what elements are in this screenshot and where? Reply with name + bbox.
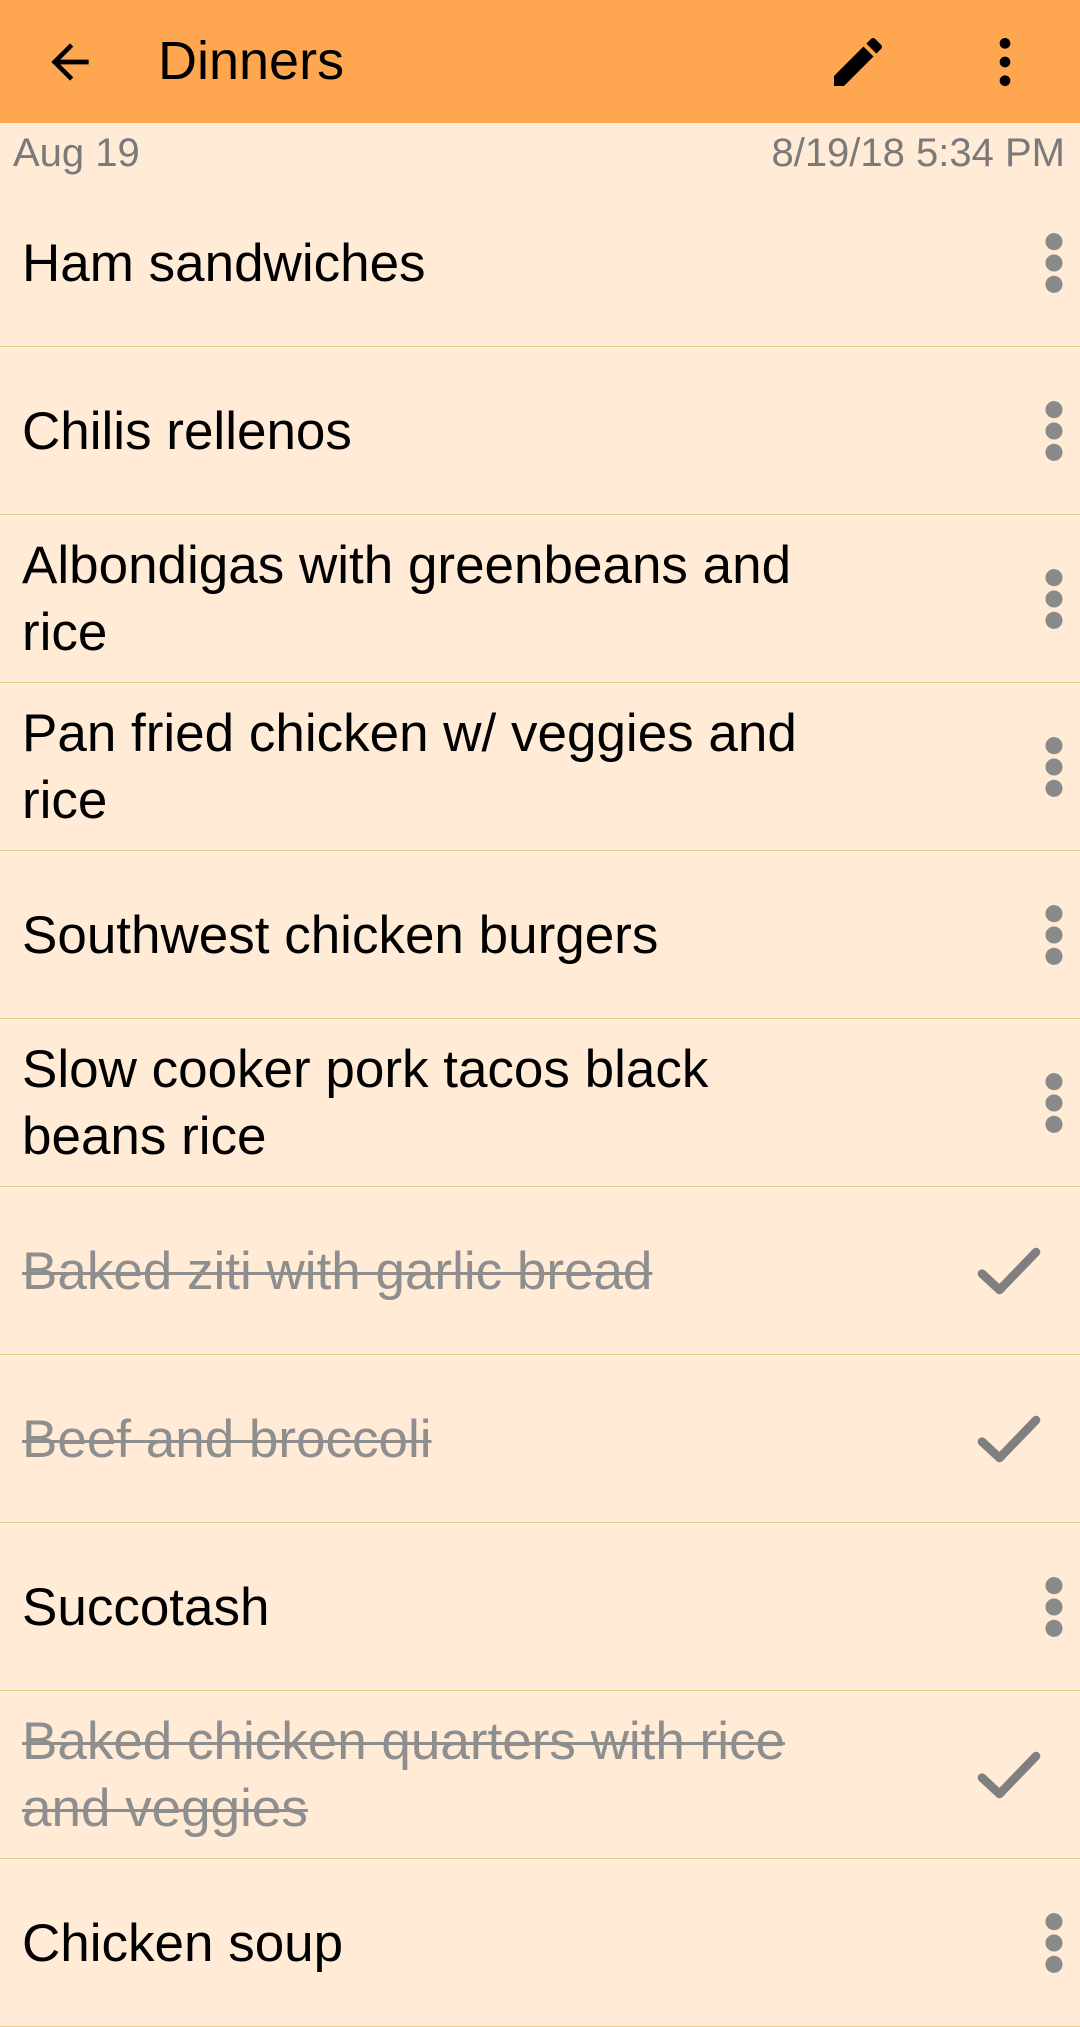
list-item-action [960, 1187, 1080, 1355]
item-menu-button[interactable] [1042, 1903, 1066, 1983]
page-title: Dinners [158, 31, 345, 91]
item-menu-button[interactable] [1042, 1063, 1066, 1143]
list-item[interactable]: Succotash [0, 1523, 1080, 1691]
list-item-checked[interactable]: Baked chicken quarters with rice and veg… [0, 1691, 1080, 1859]
checked-indicator[interactable] [974, 1409, 1044, 1469]
date-short: Aug 19 [13, 131, 140, 175]
arrow-left-icon [51, 43, 89, 81]
list-item-text[interactable]: Succotash [22, 1523, 822, 1691]
list-item[interactable]: Slow cooker pork tacos black beans rice [0, 1019, 1080, 1187]
list-item-action [960, 1019, 1080, 1187]
list-item-action [960, 347, 1080, 515]
list-item-label: Pan fried chicken w/ veggies and rice [22, 704, 797, 830]
list-item[interactable]: Pan fried chicken w/ veggies and rice [0, 683, 1080, 851]
list-item-action [960, 1355, 1080, 1523]
item-menu-button[interactable] [1042, 223, 1066, 303]
item-menu-button[interactable] [1042, 391, 1066, 471]
list-item-action [960, 1691, 1080, 1859]
list-item-text[interactable]: Chilis rellenos [22, 347, 822, 515]
list-item-text[interactable]: Baked ziti with garlic bread [22, 1187, 822, 1355]
check-icon [977, 1751, 1041, 1799]
list-item[interactable]: Chicken soup [0, 1859, 1080, 2027]
more-options-button[interactable] [965, 22, 1045, 102]
app-bar: Dinners [0, 0, 1080, 123]
check-icon [977, 1415, 1041, 1463]
list-item-action [960, 851, 1080, 1019]
list-item-text[interactable]: Ham sandwiches [22, 179, 822, 347]
list-item-label: Baked chicken quarters with rice and veg… [22, 1712, 785, 1838]
list-item-action [960, 179, 1080, 347]
list-item-label: Chicken soup [22, 1913, 344, 1973]
more-vertical-icon [1045, 569, 1063, 629]
list-item-text[interactable]: Slow cooker pork tacos black beans rice [22, 1019, 822, 1187]
more-vertical-icon [1045, 905, 1063, 965]
list-item[interactable]: Southwest chicken burgers [0, 851, 1080, 1019]
list-item-action [960, 1523, 1080, 1691]
list-item-action [960, 1859, 1080, 2027]
list-item[interactable]: Chilis rellenos [0, 347, 1080, 515]
list-item-label: Beef and broccoli [22, 1409, 432, 1469]
checked-indicator[interactable] [974, 1241, 1044, 1301]
more-vertical-icon [999, 38, 1011, 86]
note-meta: Aug 19 8/19/18 5:34 PM [0, 123, 1080, 183]
item-menu-button[interactable] [1042, 559, 1066, 639]
check-icon [977, 1247, 1041, 1295]
list-item-text[interactable]: Baked chicken quarters with rice and veg… [22, 1691, 822, 1859]
more-vertical-icon [1045, 1577, 1063, 1637]
checked-indicator[interactable] [974, 1745, 1044, 1805]
more-vertical-icon [1045, 737, 1063, 797]
more-vertical-icon [1045, 1913, 1063, 1973]
item-menu-button[interactable] [1042, 727, 1066, 807]
list-item-label: Chilis rellenos [22, 401, 352, 461]
list-item[interactable]: Ham sandwiches [0, 179, 1080, 347]
back-button[interactable] [30, 22, 110, 102]
checklist: Ham sandwiches Chilis rellenos Albondigas … [0, 179, 1080, 2027]
pencil-icon [834, 37, 883, 86]
list-item-label: Ham sandwiches [22, 233, 426, 293]
list-item-text[interactable]: Pan fried chicken w/ veggies and rice [22, 683, 822, 851]
more-vertical-icon [1045, 233, 1063, 293]
list-item-action [960, 683, 1080, 851]
edit-button[interactable] [818, 22, 898, 102]
list-item-checked[interactable]: Beef and broccoli [0, 1355, 1080, 1523]
list-item-text[interactable]: Chicken soup [22, 1859, 822, 2027]
more-vertical-icon [1045, 401, 1063, 461]
list-item[interactable]: Albondigas with greenbeans and rice [0, 515, 1080, 683]
list-item-checked[interactable]: Baked ziti with garlic bread [0, 1187, 1080, 1355]
list-item-text[interactable]: Beef and broccoli [22, 1355, 822, 1523]
list-item-text[interactable]: Southwest chicken burgers [22, 851, 822, 1019]
list-item-label: Baked ziti with garlic bread [22, 1241, 653, 1301]
list-item-label: Succotash [22, 1577, 270, 1637]
item-menu-button[interactable] [1042, 895, 1066, 975]
list-item-label: Slow cooker pork tacos black beans rice [22, 1040, 709, 1166]
item-menu-button[interactable] [1042, 1567, 1066, 1647]
list-item-text[interactable]: Albondigas with greenbeans and rice [22, 515, 822, 683]
list-item-action [960, 515, 1080, 683]
list-item-label: Albondigas with greenbeans and rice [22, 536, 792, 662]
date-full: 8/19/18 5:34 PM [771, 131, 1065, 175]
more-vertical-icon [1045, 1073, 1063, 1133]
list-item-label: Southwest chicken burgers [22, 905, 659, 965]
